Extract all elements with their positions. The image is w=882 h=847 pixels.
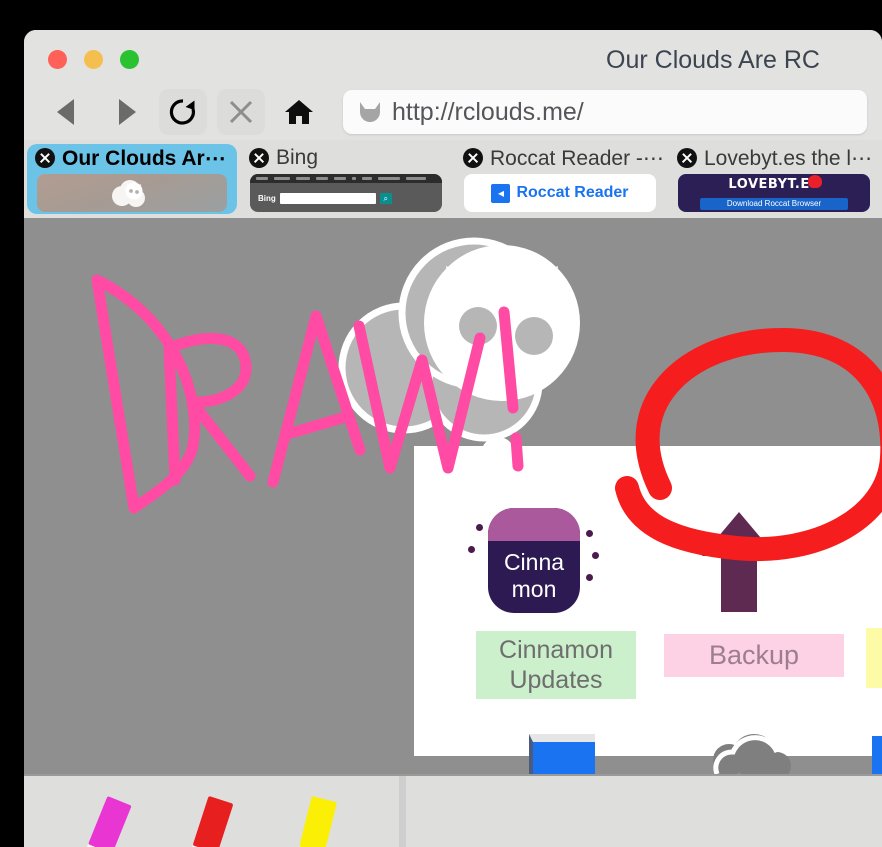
back-arrow-icon (56, 99, 74, 125)
thumb-search-row: Bing ⌕ (250, 193, 442, 204)
thumb-bing-logo: Bing (258, 194, 276, 203)
thumb-nav (250, 174, 442, 183)
tab-header: Our Clouds Ar⋯ (27, 144, 237, 172)
red-circle-annotation (615, 327, 882, 561)
address-bar[interactable]: http://rclouds.me/ (343, 90, 867, 134)
tab-thumbnail: ◂ Roccat Reader (464, 174, 656, 212)
back-button[interactable] (41, 89, 89, 135)
bird-mascot-icon (808, 175, 822, 188)
tab-close-icon[interactable] (677, 148, 697, 168)
roccat-logo-icon: ◂ (491, 183, 511, 203)
tab-title: Roccat Reader -⋯ (490, 146, 664, 170)
home-icon (285, 100, 313, 124)
tab-header: Lovebyt.es the l⋯ (669, 144, 879, 172)
yellow-marker-tool[interactable] (280, 792, 350, 847)
page-viewport[interactable]: Cinna mon Cinnamon Updates Backup I (24, 218, 882, 774)
reload-button[interactable] (159, 89, 207, 135)
thumb-roccat-label: Roccat Reader (516, 184, 629, 201)
title-bar: Our Clouds Are RC (24, 30, 882, 86)
tab-title: Bing (276, 146, 319, 169)
tab-bing[interactable]: Bing Bing ⌕ (241, 144, 451, 214)
window-title: Our Clouds Are RC (606, 46, 820, 74)
tab-header: Roccat Reader -⋯ (455, 144, 665, 172)
close-icon (229, 100, 253, 124)
cat-head-icon (360, 102, 380, 122)
search-icon: ⌕ (379, 193, 392, 204)
drawing-tool-tray (24, 774, 882, 847)
tab-close-icon[interactable] (249, 148, 269, 168)
tray-divider (399, 776, 406, 847)
browser-window: Our Clouds Are RC http://rclouds.me/ Our… (24, 30, 882, 847)
cat-cloud-logo-icon (112, 180, 145, 207)
tab-close-icon[interactable] (35, 148, 55, 168)
draw-text-strokes (91, 274, 524, 514)
screen: Our Clouds Are RC http://rclouds.me/ Our… (0, 0, 882, 847)
tab-close-icon[interactable] (463, 148, 483, 168)
stop-button[interactable] (217, 89, 265, 135)
tab-our-clouds[interactable]: Our Clouds Ar⋯ (27, 144, 237, 214)
home-button[interactable] (275, 89, 323, 135)
address-bar-text: http://rclouds.me/ (392, 97, 584, 126)
tab-title: Lovebyt.es the l⋯ (704, 146, 873, 170)
thumb-download-cta: Download Roccat Browser (700, 198, 848, 210)
tab-header: Bing (241, 144, 451, 172)
thumb-search-input (279, 193, 376, 204)
tab-roccat-reader[interactable]: Roccat Reader -⋯ ◂ Roccat Reader (455, 144, 665, 214)
pink-marker-tool[interactable] (70, 792, 140, 847)
tab-strip: Our Clouds Ar⋯ Bing Bing ⌕ Roccat Reader… (24, 140, 882, 218)
reload-icon (169, 99, 196, 125)
tab-title: Our Clouds Ar⋯ (62, 146, 226, 170)
navigation-toolbar: http://rclouds.me/ (24, 86, 882, 140)
thumb-lovebytes-logo: LOVEBYT.ES (728, 177, 820, 192)
forward-arrow-icon (118, 99, 136, 125)
tab-thumbnail (37, 174, 227, 212)
tab-thumbnail: LOVEBYT.ES Download Roccat Browser (678, 174, 870, 212)
tab-lovebytes[interactable]: Lovebyt.es the l⋯ LOVEBYT.ES Download Ro… (669, 144, 879, 214)
tab-thumbnail: Bing ⌕ (250, 174, 442, 212)
red-marker-tool[interactable] (174, 792, 244, 847)
drawing-annotation-layer (91, 274, 882, 561)
forward-button[interactable] (103, 89, 151, 135)
